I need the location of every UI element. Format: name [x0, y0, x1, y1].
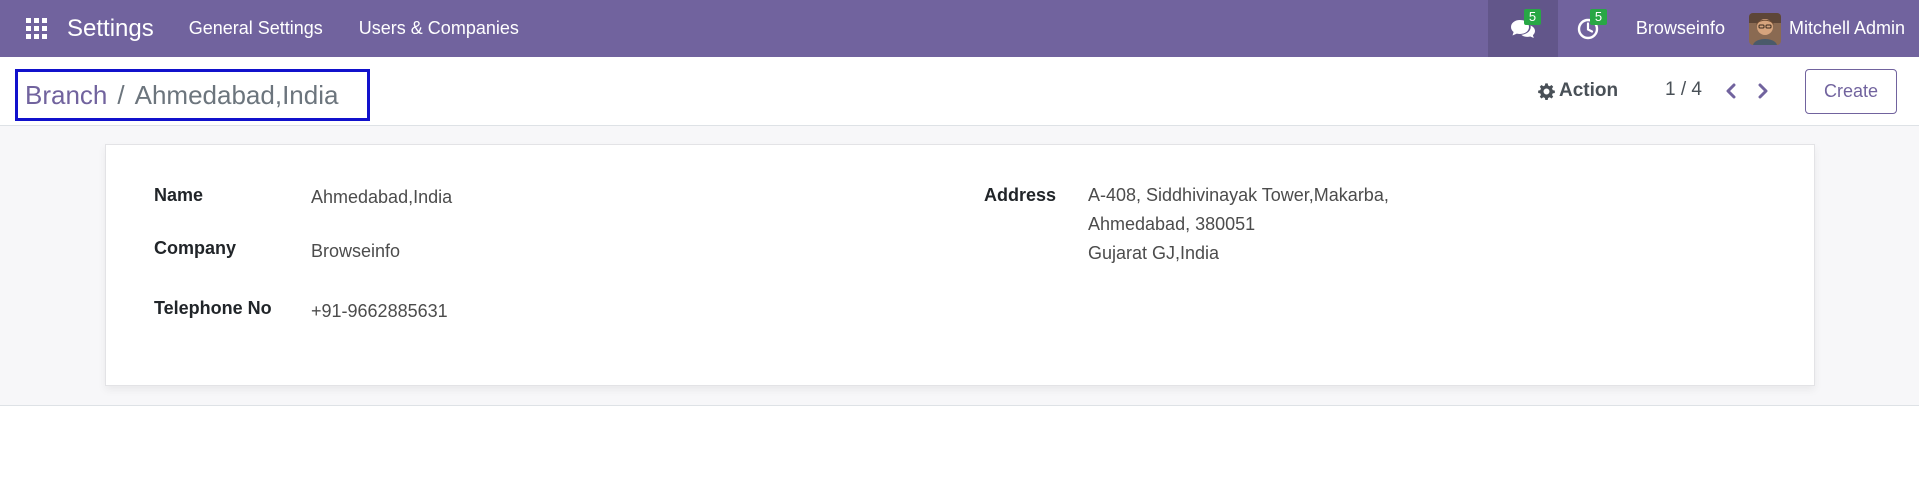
- activities-menu[interactable]: 5: [1558, 0, 1618, 57]
- user-name: Mitchell Admin: [1788, 18, 1905, 38]
- telephone-label: Telephone No: [154, 298, 272, 318]
- address-label: Address: [984, 185, 1057, 205]
- messages-badge: 5: [1523, 9, 1542, 25]
- menu-users-companies[interactable]: Users & Companies: [359, 18, 519, 39]
- menu-general-settings[interactable]: General Settings: [189, 18, 323, 39]
- address-line-3: Gujarat GJ,India: [1088, 243, 1220, 263]
- chevron-left-icon: [1726, 83, 1736, 99]
- chevron-right-icon: [1758, 83, 1768, 99]
- gear-icon: [1538, 82, 1555, 100]
- breadcrumb-current: Ahmedabad,India: [134, 79, 339, 110]
- address-line-1: A-408, Siddhivinayak Tower,Makarba,: [1088, 185, 1389, 205]
- messages-menu[interactable]: 5: [1487, 0, 1558, 57]
- pager-next-button[interactable]: [1752, 77, 1774, 105]
- avatar: [1748, 12, 1781, 45]
- activities-badge: 5: [1589, 9, 1608, 25]
- control-panel: Branch / Ahmedabad,India Action 1 / 4 Cr…: [0, 57, 1919, 126]
- address-line-2: Ahmedabad, 380051: [1088, 214, 1256, 234]
- company-switcher[interactable]: Browseinfo: [1618, 0, 1749, 57]
- telephone-field[interactable]: +91-9662885631: [311, 301, 448, 322]
- apps-menu-button[interactable]: [0, 0, 72, 57]
- name-label: Name: [154, 185, 204, 205]
- form-sheet: Name Ahmedabad,India Company Browseinfo …: [105, 144, 1815, 386]
- create-button[interactable]: Create: [1805, 69, 1897, 114]
- user-menu[interactable]: Mitchell Admin: [1748, 0, 1919, 57]
- app-name[interactable]: Settings: [67, 15, 154, 43]
- systray: 5 5 Browseinfo Mitchell Admin: [1487, 0, 1919, 57]
- company-label: Company: [154, 238, 237, 258]
- name-field[interactable]: Ahmedabad,India: [311, 187, 452, 208]
- breadcrumb: Branch / Ahmedabad,India: [15, 69, 370, 121]
- breadcrumb-branch-link[interactable]: Branch: [25, 80, 107, 111]
- pager-previous-button[interactable]: [1720, 77, 1742, 105]
- address-field[interactable]: A-408, Siddhivinayak Tower,Makarba, Ahme…: [1088, 181, 1389, 268]
- company-field[interactable]: Browseinfo: [311, 241, 400, 262]
- action-label: Action: [1559, 80, 1619, 101]
- pager-value[interactable]: 1 / 4: [1665, 79, 1702, 101]
- breadcrumb-separator: /: [117, 79, 125, 110]
- main-navbar: Settings General Settings Users & Compan…: [0, 0, 1919, 57]
- form-view: Name Ahmedabad,India Company Browseinfo …: [0, 126, 1919, 406]
- apps-grid-icon: [25, 18, 47, 39]
- action-button[interactable]: Action: [1538, 77, 1618, 105]
